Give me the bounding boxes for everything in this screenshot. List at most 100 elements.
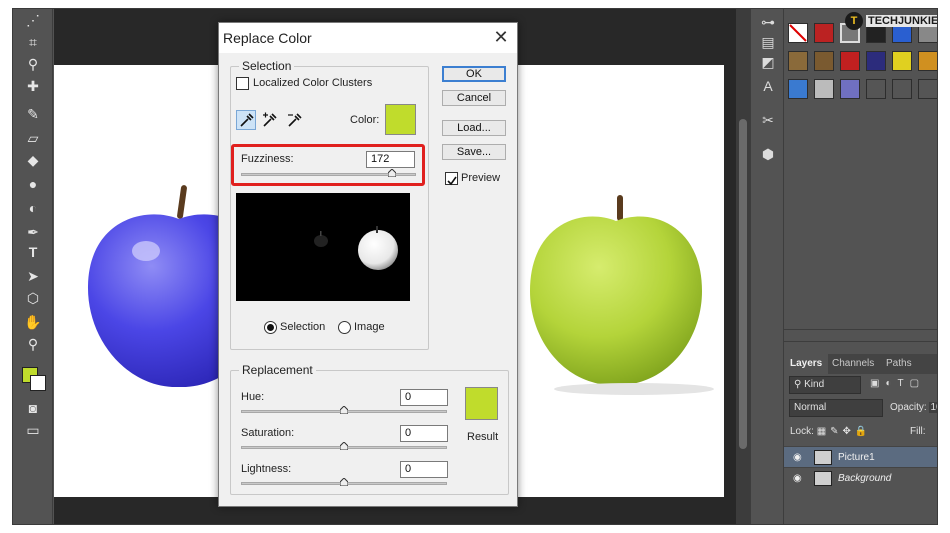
opacity-control[interactable]: Opacity: 100 [890, 402, 937, 413]
marquee-icon[interactable]: ⋰ [23, 11, 43, 29]
style-swatch[interactable] [892, 51, 912, 71]
saturation-slider-thumb[interactable] [340, 442, 348, 450]
layer-name[interactable]: Background [838, 468, 891, 489]
green-apple-image [530, 216, 702, 386]
close-icon[interactable]: ✕ [491, 27, 511, 47]
style-swatch[interactable] [814, 51, 834, 71]
preview-checkbox[interactable] [445, 172, 458, 186]
scrollbar-thumb[interactable] [739, 119, 747, 449]
layer-filter-dropdown[interactable]: ⚲ Kind [789, 376, 861, 394]
color-label: Color: [350, 114, 380, 126]
brush-icon[interactable]: ✎ [23, 105, 43, 123]
vertical-scrollbar[interactable] [736, 9, 750, 524]
style-swatch[interactable] [892, 79, 912, 99]
result-color-swatch[interactable] [465, 387, 498, 420]
dialog-title-bar[interactable]: Replace Color ✕ [219, 23, 517, 53]
eyedropper-minus-icon[interactable] [285, 110, 305, 130]
fill-control[interactable]: Fill: [910, 426, 937, 437]
style-swatch[interactable] [840, 79, 860, 99]
type-icon[interactable]: T [23, 243, 43, 261]
quick-mask-icon[interactable]: ◙ [23, 399, 43, 417]
style-swatch[interactable] [918, 79, 937, 99]
preview-label: Preview [461, 172, 501, 184]
style-swatch[interactable] [788, 51, 808, 71]
dialog-title: Replace Color [223, 30, 312, 46]
zoom-icon[interactable]: ⚲ [23, 335, 43, 353]
blend-mode-dropdown[interactable]: Normal [789, 399, 883, 417]
hand-icon[interactable]: ✋ [23, 313, 43, 331]
eyedropper-icon[interactable] [236, 110, 256, 130]
fuzziness-highlight-box [231, 144, 425, 186]
tools-panel: ⋰ ⌗ ⚲ ✚ ✎ ▱ ◆ ● ◐ ✒ T ➤ ⬡ ✋ ⚲ ◙ ▭ [13, 9, 53, 524]
styles-panel [784, 9, 937, 335]
opacity-label: Opacity: [890, 402, 927, 413]
image-view-label: Image [354, 321, 385, 333]
layer-thumbnail [814, 471, 832, 486]
style-none-swatch[interactable] [788, 23, 808, 43]
layer-row-background[interactable]: ◉ Background [784, 467, 937, 489]
history-icon[interactable]: ⊶ [759, 13, 777, 31]
ok-button[interactable]: OK [442, 66, 506, 82]
tab-channels[interactable]: Channels [826, 354, 880, 374]
lightness-input[interactable]: 0 [400, 461, 448, 478]
path-selection-icon[interactable]: ➤ [23, 267, 43, 285]
style-swatch[interactable] [866, 51, 886, 71]
eraser-icon[interactable]: ▱ [23, 129, 43, 147]
lightness-slider-thumb[interactable] [340, 478, 348, 486]
style-swatch[interactable] [814, 79, 834, 99]
style-swatch[interactable] [814, 23, 834, 43]
style-swatch[interactable] [918, 51, 937, 71]
saturation-input[interactable]: 0 [400, 425, 448, 442]
save-button[interactable]: Save... [442, 144, 506, 160]
panel-dock-icons: ⊶ ▤ ◩ A ✂ ⬢ [750, 9, 784, 524]
layer-name[interactable]: Picture1 [838, 447, 875, 468]
paint-bucket-icon[interactable]: ◆ [23, 151, 43, 169]
adjustments-icon[interactable]: ◩ [759, 53, 777, 71]
apple-shadow [554, 383, 714, 395]
result-label: Result [467, 431, 499, 443]
crop-icon[interactable]: ⌗ [23, 33, 43, 51]
lock-icons[interactable]: ▦✎✥🔒 [817, 426, 872, 437]
3d-cube-icon[interactable]: ⬢ [759, 145, 777, 163]
tools-settings-icon[interactable]: ✂ [759, 111, 777, 129]
eyedropper-icon[interactable]: ⚲ [23, 55, 43, 73]
lock-label: Lock: [790, 426, 814, 437]
dodge-icon[interactable]: ◐ [23, 199, 43, 217]
load-button[interactable]: Load... [442, 120, 506, 136]
visibility-eye-icon[interactable]: ◉ [793, 468, 802, 489]
selection-preview [236, 193, 410, 301]
hue-input[interactable]: 0 [400, 389, 448, 406]
style-swatch[interactable] [788, 79, 808, 99]
properties-icon[interactable]: ▤ [759, 33, 777, 51]
healing-brush-icon[interactable]: ✚ [23, 77, 43, 95]
screen-mode-icon[interactable]: ▭ [23, 421, 43, 439]
background-color-swatch[interactable] [30, 375, 46, 391]
style-swatch[interactable] [840, 51, 860, 71]
layers-panel: Layers Channels Paths ⚲ Kind ▣◐T▢ Normal… [784, 341, 937, 524]
hue-slider-thumb[interactable] [340, 406, 348, 414]
localized-clusters-label: Localized Color Clusters [253, 77, 373, 89]
tab-paths[interactable]: Paths [880, 354, 918, 374]
cancel-button[interactable]: Cancel [442, 90, 506, 106]
layer-thumbnail [814, 450, 832, 465]
replacement-group-label: Replacement [239, 363, 316, 377]
layers-panel-tabs: Layers Channels Paths [784, 354, 937, 374]
shape-icon[interactable]: ⬡ [23, 289, 43, 307]
image-view-radio[interactable] [338, 321, 351, 334]
blur-icon[interactable]: ● [23, 175, 43, 193]
eyedropper-plus-icon[interactable] [260, 110, 280, 130]
style-swatch[interactable] [866, 79, 886, 99]
layer-filter-icons[interactable]: ▣◐T▢ [870, 378, 937, 389]
fill-label: Fill: [910, 426, 926, 437]
visibility-eye-icon[interactable]: ◉ [793, 447, 802, 468]
opacity-value[interactable]: 100 [929, 402, 937, 413]
tab-layers[interactable]: Layers [784, 354, 829, 374]
selection-color-swatch[interactable] [385, 104, 416, 135]
pen-icon[interactable]: ✒ [23, 223, 43, 241]
selection-group-label: Selection [239, 59, 295, 73]
selection-view-radio[interactable] [264, 321, 277, 334]
character-icon[interactable]: A [759, 77, 777, 95]
localized-clusters-checkbox[interactable] [236, 77, 249, 90]
selection-view-label: Selection [280, 321, 326, 333]
layer-row-picture1[interactable]: ◉ Picture1 [784, 446, 937, 468]
